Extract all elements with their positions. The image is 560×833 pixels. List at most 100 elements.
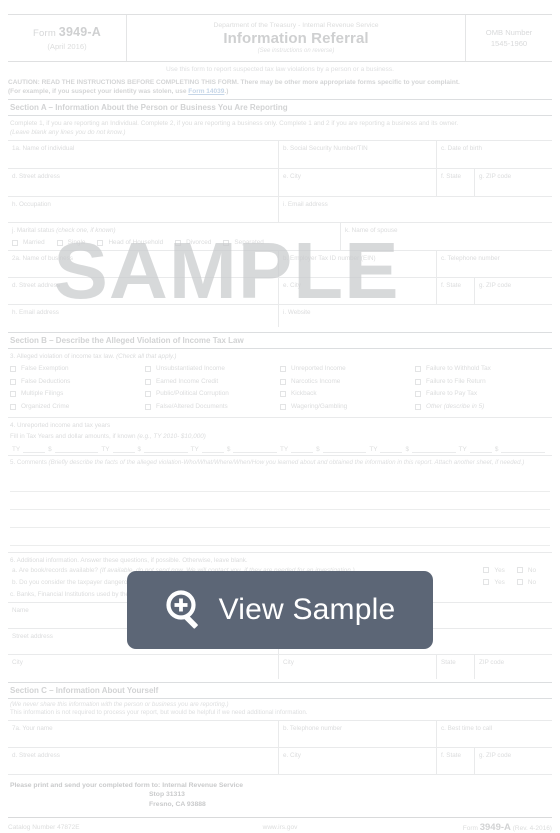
- mailing-line-2: Stop 31313: [149, 791, 185, 799]
- checkbox-icon[interactable]: [415, 404, 421, 411]
- comment-line[interactable]: [10, 510, 550, 528]
- ty-input[interactable]: [112, 445, 135, 454]
- checkbox-icon[interactable]: [56, 240, 63, 246]
- checkbox-icon[interactable]: [280, 366, 286, 373]
- checkbox-icon[interactable]: [280, 391, 286, 398]
- marital-option-hoh[interactable]: Head of Household: [97, 238, 163, 248]
- checkbox-icon[interactable]: [483, 578, 490, 585]
- marital-option-divorced[interactable]: Divorced: [175, 238, 211, 248]
- field-2f-label: f. State: [441, 282, 461, 289]
- ty-input[interactable]: [23, 445, 46, 454]
- amount-input[interactable]: [233, 445, 277, 454]
- violation-label: Other (describe in 5): [426, 403, 485, 411]
- violation-label: False Exemption: [21, 365, 69, 373]
- checkbox-icon[interactable]: [10, 404, 16, 411]
- ty-input[interactable]: [291, 445, 314, 454]
- field-2i-label: i. Website: [283, 309, 311, 316]
- violation-multiple-filings[interactable]: Multiple Filings: [10, 388, 145, 401]
- item-6a-no[interactable]: No: [516, 566, 548, 576]
- checkbox-icon[interactable]: [10, 366, 16, 373]
- checkbox-icon[interactable]: [145, 404, 151, 411]
- violation-narcotics-income[interactable]: Narcotics Income: [280, 376, 415, 389]
- amount-input[interactable]: [144, 445, 188, 454]
- form-title-block: Department of the Treasury - Internal Re…: [127, 15, 466, 61]
- checkbox-icon[interactable]: [516, 578, 523, 585]
- checkbox-icon[interactable]: [415, 378, 421, 385]
- field-7g-label: g. ZIP code: [479, 751, 512, 759]
- violation-false-altered-documents[interactable]: False/Altered Documents: [145, 401, 280, 414]
- checkbox-icon[interactable]: [10, 378, 16, 385]
- ty-group[interactable]: TY $: [101, 445, 190, 454]
- violation-wagering-gambling[interactable]: Wagering/Gambling: [280, 401, 415, 414]
- violation-unsubstantiated-income[interactable]: Unsubstantiated Income: [145, 363, 280, 376]
- amount-input[interactable]: [54, 445, 99, 454]
- omb-label: OMB Number: [485, 28, 533, 37]
- caution-line-2-pre: (For example, if you suspect your identi…: [8, 88, 189, 95]
- violation-organized-crime[interactable]: Organized Crime: [10, 401, 145, 414]
- item-6a-yes[interactable]: Yes: [483, 566, 516, 576]
- violation-other[interactable]: Other (describe in 5): [415, 401, 550, 414]
- item-5-block: 5. Comments (Briefly describe the facts …: [8, 456, 552, 468]
- checkbox-icon[interactable]: [483, 566, 490, 573]
- marital-option-separated[interactable]: Separated: [223, 238, 264, 248]
- violation-failure-to-file-return[interactable]: Failure to File Return: [415, 376, 550, 389]
- comments-lines[interactable]: [8, 468, 552, 546]
- violation-failure-to-withhold-tax[interactable]: Failure to Withhold Tax: [415, 363, 550, 376]
- violation-false-exemption[interactable]: False Exemption: [10, 363, 145, 376]
- field-row-1d: d. Street address e. City f. State g. ZI…: [8, 169, 552, 196]
- field-row-7a: 7a. Your name b. Telephone number c. Bes…: [8, 720, 552, 747]
- violation-earned-income-credit[interactable]: Earned Income Credit: [145, 376, 280, 389]
- checkbox-icon[interactable]: [145, 366, 151, 373]
- checkbox-icon[interactable]: [415, 391, 421, 398]
- checkbox-icon[interactable]: [415, 366, 421, 373]
- field-row-2a: 2a. Name of business b. Employer Tax ID …: [8, 251, 552, 277]
- comment-line[interactable]: [10, 492, 550, 510]
- item-5-label: 5. Comments (Briefly describe the facts …: [10, 459, 550, 468]
- violation-public-political-corruption[interactable]: Public/Political Corruption: [145, 388, 280, 401]
- checkbox-icon[interactable]: [10, 391, 16, 398]
- field-row-2h: h. Email address i. Website: [8, 305, 552, 327]
- checkbox-icon[interactable]: [12, 240, 18, 246]
- view-sample-button[interactable]: View Sample: [127, 571, 433, 649]
- item-6b-yes[interactable]: Yes: [483, 578, 516, 588]
- marital-option-single-label: Single: [67, 239, 86, 246]
- checkbox-icon[interactable]: [175, 240, 182, 246]
- checkbox-icon[interactable]: [145, 378, 151, 385]
- ty-group[interactable]: TY $: [280, 445, 369, 454]
- checkbox-icon[interactable]: [97, 240, 104, 246]
- ty-label: TY: [101, 446, 110, 454]
- item-6b-no[interactable]: No: [516, 578, 548, 588]
- marital-option-single[interactable]: Single: [56, 238, 86, 248]
- checkbox-icon[interactable]: [280, 378, 286, 385]
- item-6-label: 6. Additional information. Answer these …: [10, 556, 248, 564]
- amount-input[interactable]: [322, 445, 367, 454]
- ty-input[interactable]: [380, 445, 403, 454]
- ty-group[interactable]: TY $: [191, 445, 280, 454]
- checkbox-icon[interactable]: [223, 240, 230, 246]
- comment-line[interactable]: [10, 528, 550, 546]
- violation-unreported-income[interactable]: Unreported Income: [280, 363, 415, 376]
- violation-label: Earned Income Credit: [156, 377, 219, 385]
- ty-label: TY: [369, 446, 378, 454]
- violation-failure-to-pay-tax[interactable]: Failure to Pay Tax: [415, 388, 550, 401]
- field-7c-label: c. Best time to call: [441, 724, 493, 732]
- amount-input[interactable]: [412, 445, 456, 454]
- violation-false-deductions[interactable]: False Deductions: [10, 376, 145, 389]
- dollar-label: $: [494, 446, 499, 454]
- ty-group[interactable]: TY $: [459, 445, 548, 454]
- comment-line[interactable]: [10, 474, 550, 492]
- violation-kickback[interactable]: Kickback: [280, 388, 415, 401]
- field-7e-label: e. City: [283, 751, 301, 759]
- checkbox-icon[interactable]: [516, 566, 523, 573]
- field-1g-label: g. ZIP code: [479, 173, 512, 180]
- amount-input[interactable]: [501, 445, 545, 454]
- marital-option-married[interactable]: Married: [12, 238, 45, 248]
- ty-input[interactable]: [201, 445, 224, 454]
- form-14039-link[interactable]: Form 14039: [188, 88, 224, 95]
- item-6a-text: a. Are book/records available?: [12, 566, 100, 574]
- ty-group[interactable]: TY $: [369, 445, 458, 454]
- ty-input[interactable]: [469, 445, 492, 454]
- checkbox-icon[interactable]: [280, 404, 286, 411]
- ty-group[interactable]: TY $: [12, 445, 101, 454]
- checkbox-icon[interactable]: [145, 391, 151, 398]
